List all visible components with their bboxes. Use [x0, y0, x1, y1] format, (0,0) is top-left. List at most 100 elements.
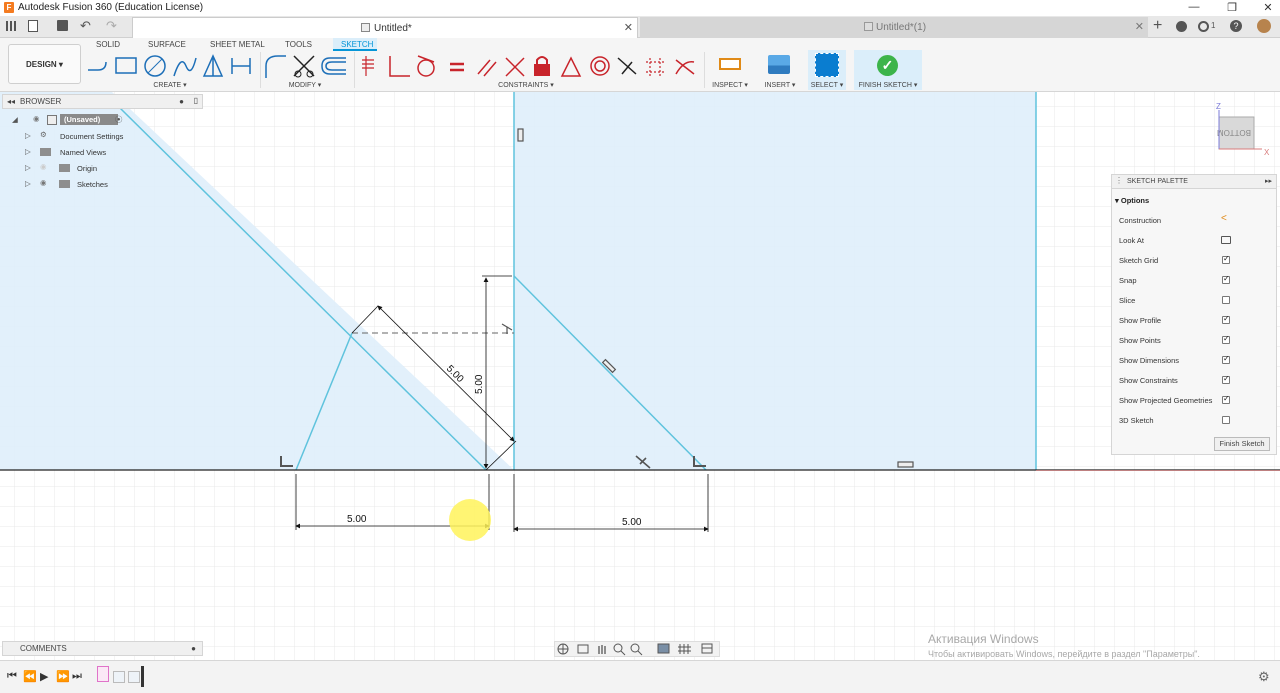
first-frame-icon[interactable]: ⏮ [7, 670, 17, 683]
last-frame-icon[interactable]: ⏭ [72, 670, 82, 683]
snap-checkbox[interactable] [1222, 274, 1230, 284]
expand-icon[interactable]: ▷ [25, 163, 31, 172]
sketch-palette-header[interactable]: ⋮ SKETCH PALETTE ▸▸ [1111, 174, 1277, 189]
modify-menu[interactable]: MODIFY ▾ [275, 81, 335, 89]
minimize-button[interactable]: — [1182, 1, 1206, 13]
workspace-switcher[interactable]: DESIGN ▾ [8, 44, 81, 84]
tab-untitled-active[interactable]: Untitled* ✕ [132, 17, 638, 38]
sketch-grid-checkbox[interactable] [1222, 254, 1230, 264]
finish-sketch-button[interactable]: Finish Sketch [1214, 437, 1270, 451]
finish-sketch-icon[interactable]: ✓ [877, 55, 898, 76]
show-constraints-checkbox[interactable] [1222, 374, 1230, 384]
orbit-icon[interactable] [557, 643, 569, 655]
palette-expand-icon[interactable]: ▸▸ [1265, 177, 1272, 185]
timeline-sketch-item[interactable] [113, 671, 125, 683]
circle-tool-icon[interactable] [144, 55, 166, 77]
file-menu-icon[interactable] [28, 20, 38, 32]
inspect-menu[interactable]: INSPECT ▾ [706, 81, 754, 89]
show-projected-geometries-checkbox[interactable] [1222, 394, 1230, 404]
zoom-icon[interactable] [613, 643, 626, 656]
comments-toggle-icon[interactable]: ● [191, 644, 196, 653]
visibility-off-icon[interactable]: ◉ [40, 162, 47, 171]
dim-left-horizontal[interactable]: 5.00 [347, 514, 367, 525]
concentric-constraint-icon[interactable] [590, 56, 610, 76]
viewports-icon[interactable] [701, 643, 713, 654]
save-icon[interactable] [57, 20, 68, 31]
job-status-icon[interactable] [1176, 21, 1187, 32]
dim-right-horizontal[interactable]: 5.00 [622, 517, 642, 528]
equal-constraint-icon[interactable] [450, 62, 464, 72]
browser-item-sketches[interactable]: ▷ ◉ Sketches [25, 177, 175, 193]
slice-checkbox[interactable] [1222, 296, 1230, 304]
grid-menu-icon[interactable] [6, 21, 16, 31]
redo-icon[interactable]: ↷ [106, 18, 117, 34]
next-frame-icon[interactable]: ⏩ [56, 670, 70, 683]
fit-icon[interactable] [630, 643, 643, 656]
browser-item-document-settings[interactable]: ▷ ⚙ Document Settings [25, 129, 175, 145]
show-points-checkbox[interactable] [1222, 334, 1230, 344]
palette-grip-icon[interactable]: ⋮ [1115, 176, 1123, 185]
play-icon[interactable]: ▶ [40, 670, 48, 683]
avatar[interactable] [1257, 19, 1271, 33]
display-settings-icon[interactable] [657, 643, 670, 654]
notification-icon[interactable] [1198, 21, 1209, 32]
timeline-settings-gear-icon[interactable]: ⚙ [1258, 669, 1270, 685]
construction-icon[interactable]: < [1221, 213, 1227, 224]
curvature-constraint-icon[interactable] [675, 59, 695, 75]
symmetry-constraint-icon[interactable] [646, 58, 664, 76]
insert-menu[interactable]: INSERT ▾ [757, 81, 803, 89]
polygon-tool-icon[interactable] [202, 54, 224, 77]
dim-vertical[interactable]: 5.00 [474, 374, 485, 394]
browser-pin-icon[interactable]: ▯ [194, 96, 198, 105]
tab-sheet-metal[interactable]: SHEET METAL [210, 40, 265, 49]
expand-icon[interactable]: ▷ [25, 179, 31, 188]
show-dimensions-checkbox[interactable] [1222, 354, 1230, 364]
new-tab-icon[interactable]: + [1153, 17, 1162, 35]
pan-icon[interactable] [598, 645, 606, 654]
finish-sketch-menu[interactable]: FINISH SKETCH ▾ [852, 81, 924, 89]
parallel-constraint-icon[interactable] [477, 59, 497, 77]
fillet-tool-icon[interactable] [265, 55, 286, 78]
insert-image-icon[interactable] [768, 55, 790, 74]
collapse-icon[interactable]: ◂◂ [7, 97, 15, 106]
options-section-header[interactable]: ▾ Options [1115, 196, 1149, 205]
tab-surface[interactable]: SURFACE [148, 40, 186, 49]
tangent-constraint-icon[interactable] [417, 55, 435, 77]
expand-icon[interactable]: ▷ [25, 147, 31, 156]
radio-icon[interactable]: ⦿ [115, 114, 123, 125]
line-tool-icon[interactable] [88, 61, 107, 71]
close-window-button[interactable]: ✕ [1256, 1, 1280, 14]
tab-tools[interactable]: TOOLS [285, 40, 312, 49]
tab-sketch[interactable]: SKETCH [341, 40, 373, 49]
grid-settings-icon[interactable] [678, 644, 691, 654]
select-menu[interactable]: SELECT ▾ [804, 81, 850, 89]
show-profile-checkbox[interactable] [1222, 314, 1230, 324]
arc-tool-icon[interactable] [173, 57, 197, 77]
help-icon[interactable]: ? [1230, 20, 1242, 32]
trim-tool-icon[interactable] [293, 55, 315, 78]
fix-constraint-icon[interactable] [534, 56, 550, 76]
constraints-menu[interactable]: CONSTRAINTS ▾ [488, 81, 564, 89]
rectangle-tool-icon[interactable] [115, 57, 137, 74]
previous-frame-icon[interactable]: ⏪ [23, 670, 37, 683]
perpendicular-constraint-icon[interactable] [505, 57, 525, 77]
browser-panel-header[interactable]: ◂◂ BROWSER ● ▯ [2, 94, 203, 109]
close-tab-icon[interactable]: ✕ [624, 21, 633, 34]
tab-solid[interactable]: SOLID [96, 40, 120, 49]
timeline-marker[interactable] [141, 666, 144, 687]
option-construction[interactable]: Construction [1119, 216, 1161, 225]
maximize-button[interactable]: ❐ [1220, 1, 1244, 14]
expand-icon[interactable]: ▷ [25, 131, 31, 140]
browser-close-icon[interactable]: ● [179, 97, 184, 106]
browser-item-origin[interactable]: ▷ ◉ Origin [25, 161, 175, 177]
offset-tool-icon[interactable] [321, 57, 346, 75]
sketch-drawing[interactable]: 5.00 5.00 5.00 5.00 BOTTOM Z X Активация… [0, 92, 1280, 660]
browser-item-named-views[interactable]: ▷ Named Views [25, 145, 175, 161]
visibility-icon[interactable]: ◉ [40, 178, 47, 187]
option-look-at[interactable]: Look At [1119, 236, 1144, 245]
look-at-icon[interactable] [1221, 236, 1231, 244]
sketch-canvas[interactable]: 5.00 5.00 5.00 5.00 BOTTOM Z X Активация… [0, 92, 1280, 660]
dimension-tool-icon[interactable] [362, 56, 374, 76]
timeline-sketch-item[interactable] [97, 666, 109, 682]
measure-icon[interactable] [719, 58, 741, 70]
